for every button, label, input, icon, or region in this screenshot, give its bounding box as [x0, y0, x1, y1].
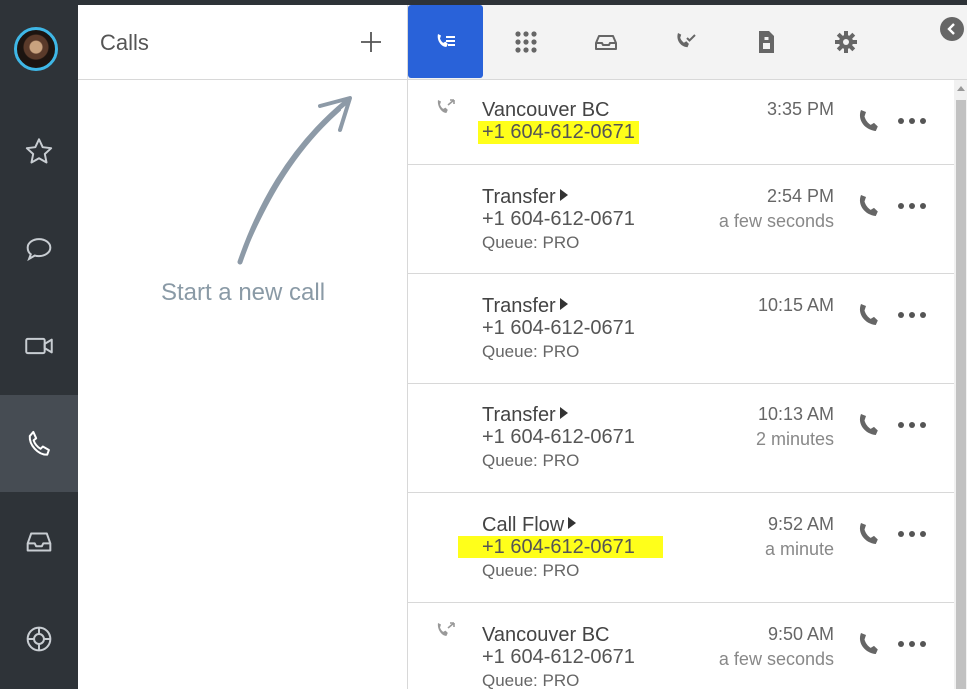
caller-phone: +1 604-612-0671 — [458, 536, 687, 559]
call-row[interactable]: Vancouver BC +1 604-612-0671 3:35 PM — [408, 80, 954, 165]
rail-favorites-button[interactable] — [0, 103, 78, 200]
rail-support-button[interactable] — [0, 590, 78, 687]
more-options-button[interactable] — [896, 308, 928, 322]
scroll-up-arrow-icon[interactable] — [957, 86, 965, 91]
star-icon — [25, 137, 53, 163]
more-options-button[interactable] — [896, 199, 928, 213]
caret-right-icon — [559, 407, 568, 419]
queue-label: Queue: PRO — [482, 451, 580, 470]
caller-name: Transfer — [482, 295, 568, 318]
call-time: 9:52 AM — [767, 514, 834, 534]
empty-state-message: Start a new call — [160, 279, 326, 306]
call-history-list: Vancouver BC +1 604-612-0671 3:35 PM Tra… — [408, 80, 954, 689]
call-back-button[interactable] — [856, 519, 882, 549]
queue-label: Queue: PRO — [482, 342, 580, 361]
arrow-illustration — [237, 96, 352, 265]
caret-right-icon — [559, 189, 568, 201]
call-duration: a few seconds — [718, 649, 834, 669]
rail-calls-button[interactable] — [0, 395, 78, 492]
rail-video-button[interactable] — [0, 297, 78, 394]
more-options-button[interactable] — [896, 114, 928, 128]
caller-name: Vancouver BC — [482, 624, 610, 646]
call-duration: a minute — [764, 539, 834, 559]
call-duration: 2 minutes — [755, 429, 834, 449]
caller-name: Transfer — [482, 186, 568, 209]
caller-phone: +1 604-612-0671 — [482, 208, 635, 230]
page-title: Calls — [100, 30, 149, 55]
caret-right-icon — [568, 517, 577, 529]
more-options-button[interactable] — [896, 527, 928, 541]
caller-name: Call Flow — [482, 514, 577, 537]
caller-phone: +1 604-612-0671 — [482, 317, 635, 339]
call-back-button[interactable] — [856, 629, 882, 659]
inbox-icon — [594, 34, 617, 50]
call-log-icon — [437, 33, 455, 47]
queue-label: Queue: PRO — [482, 233, 580, 252]
tab-call-history[interactable] — [408, 5, 483, 78]
dialpad-icon — [514, 30, 537, 53]
calls-panel: Calls Start a new call — [78, 5, 408, 689]
call-row[interactable]: Transfer +1 604-612-0671 Queue: PRO 10:1… — [408, 384, 954, 493]
outgoing-call-icon — [437, 99, 455, 113]
caret-right-icon — [559, 298, 568, 310]
call-time: 3:35 PM — [766, 99, 834, 119]
call-time: 2:54 PM — [766, 186, 834, 206]
tab-fax[interactable] — [728, 5, 803, 78]
chevron-left-icon — [947, 23, 955, 35]
phone-icon — [28, 430, 50, 456]
collapse-panel-button[interactable] — [940, 17, 964, 41]
tab-voicemail[interactable] — [568, 5, 643, 78]
chat-bubble-icon — [26, 237, 52, 261]
call-time: 9:50 AM — [767, 624, 834, 644]
caller-phone: +1 604-612-0671 — [482, 646, 635, 668]
call-row[interactable]: Call Flow +1 604-612-0671 Queue: PRO 9:5… — [408, 493, 954, 603]
call-row[interactable]: Vancouver BC +1 604-612-0671 Queue: PRO … — [408, 603, 954, 689]
tab-dialpad[interactable] — [488, 5, 563, 78]
call-back-button[interactable] — [856, 410, 882, 440]
call-back-button[interactable] — [856, 191, 882, 221]
scrollbar-thumb[interactable] — [956, 100, 966, 689]
call-row[interactable]: Transfer +1 604-612-0671 Queue: PRO 2:54… — [408, 165, 954, 274]
queue-label: Queue: PRO — [482, 561, 580, 580]
add-call-button[interactable] — [358, 29, 384, 55]
caller-phone: +1 604-612-0671 — [478, 121, 639, 144]
caller-name: Vancouver BC — [482, 99, 610, 121]
call-time: 10:13 AM — [757, 404, 834, 424]
calls-toolbar — [408, 5, 967, 80]
lifebuoy-icon — [26, 626, 52, 651]
tab-missed-calls[interactable] — [648, 5, 723, 78]
more-options-button[interactable] — [896, 418, 928, 432]
outgoing-call-icon — [437, 622, 455, 636]
call-duration: a few seconds — [718, 211, 834, 231]
phone-check-icon — [676, 32, 696, 47]
left-rail — [0, 0, 78, 689]
tab-settings[interactable] — [808, 5, 883, 78]
queue-label: Queue: PRO — [482, 671, 580, 689]
rail-inbox-button[interactable] — [0, 493, 78, 590]
caller-phone: +1 604-612-0671 — [482, 426, 635, 448]
rail-chat-button[interactable] — [0, 200, 78, 297]
gear-icon — [834, 30, 857, 53]
caller-name: Transfer — [482, 404, 568, 427]
inbox-tray-icon — [26, 532, 52, 551]
avatar[interactable] — [14, 27, 58, 71]
video-camera-icon — [25, 337, 53, 354]
call-back-button[interactable] — [856, 106, 882, 136]
fax-icon — [758, 30, 774, 53]
call-back-button[interactable] — [856, 300, 882, 330]
more-options-button[interactable] — [896, 637, 928, 651]
call-row[interactable]: Transfer +1 604-612-0671 Queue: PRO 10:1… — [408, 274, 954, 384]
call-time: 10:15 AM — [757, 295, 834, 315]
scrollbar[interactable] — [954, 80, 967, 689]
calls-header: Calls — [78, 5, 408, 80]
